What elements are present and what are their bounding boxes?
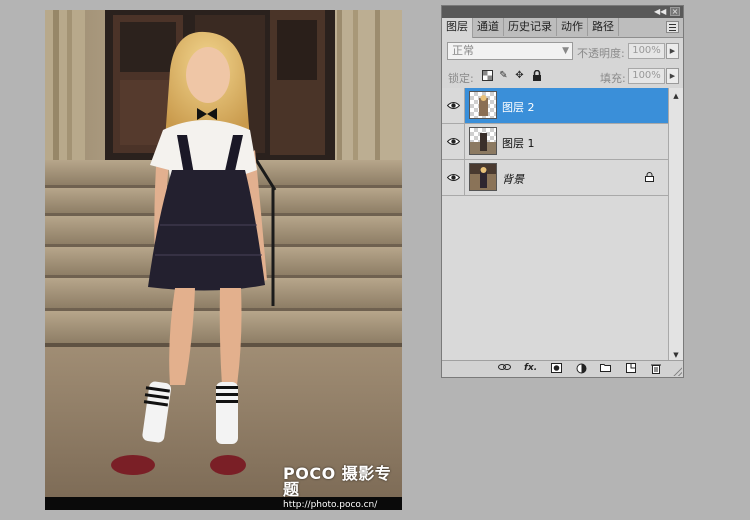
opacity-label: 不透明度: — [577, 47, 625, 60]
visibility-toggle[interactable] — [442, 88, 465, 123]
lock-icon — [645, 172, 654, 182]
tab-actions[interactable]: 动作 — [557, 18, 588, 36]
lock-transparency-icon[interactable] — [482, 70, 493, 81]
collapse-icon[interactable]: ◀◀ — [654, 7, 666, 16]
blend-mode-select[interactable]: 正常 ▼ — [447, 42, 573, 60]
new-group-icon[interactable] — [599, 363, 612, 374]
layer-row[interactable]: 图层 2 — [442, 88, 668, 124]
resize-grip[interactable] — [673, 367, 682, 376]
tab-history[interactable]: 历史记录 — [504, 18, 557, 36]
eye-icon — [447, 138, 460, 145]
lock-brush-icon[interactable]: ✎ — [498, 70, 509, 81]
fill-label: 填充: — [600, 72, 626, 85]
blend-row: 正常 ▼ 不透明度: 100% ▶ — [442, 38, 683, 64]
opacity-input[interactable]: 100% — [628, 43, 665, 59]
lock-all-icon[interactable] — [531, 69, 542, 81]
tab-channels[interactable]: 通道 — [473, 18, 504, 36]
adjustment-layer-icon[interactable] — [575, 363, 588, 374]
scroll-down-icon[interactable]: ▼ — [671, 351, 681, 359]
panel-tabs: 图层 通道 历史记录 动作 路径 — [442, 18, 683, 38]
panel-titlebar[interactable]: ◀◀ × — [442, 6, 683, 18]
panel-footer: fx. — [442, 360, 683, 377]
lock-label: 锁定: — [448, 72, 474, 85]
link-layers-icon[interactable] — [498, 363, 511, 374]
layer-thumbnail — [469, 163, 497, 191]
scroll-up-icon[interactable]: ▲ — [671, 92, 681, 100]
layer-scrollbar[interactable]: ▲ ▼ — [668, 88, 683, 363]
visibility-toggle[interactable] — [442, 160, 465, 195]
layers-panel: ◀◀ × 图层 通道 历史记录 动作 路径 正常 ▼ 不透明度: 100% ▶ … — [441, 5, 684, 378]
tab-layers[interactable]: 图层 — [442, 18, 473, 38]
layer-list: 图层 2 图层 1 背景 — [442, 88, 668, 363]
close-icon[interactable]: × — [670, 7, 680, 16]
layer-thumbnail — [469, 91, 497, 119]
new-layer-icon[interactable] — [624, 363, 637, 374]
trash-icon[interactable] — [649, 363, 662, 374]
fill-slider-button[interactable]: ▶ — [666, 68, 679, 84]
layer-mask-icon[interactable] — [550, 363, 563, 374]
layer-thumbnail — [469, 127, 497, 155]
lock-row: 锁定: ✎ ✥ 填充: 100% ▶ — [442, 64, 683, 89]
watermark-url: http://photo.poco.cn/ — [283, 500, 378, 510]
layer-name: 背景 — [502, 173, 524, 186]
lock-move-icon[interactable]: ✥ — [514, 70, 525, 81]
eye-icon — [447, 102, 460, 109]
fill-input[interactable]: 100% — [628, 68, 665, 84]
watermark-brand: POCO 摄影专题 — [283, 464, 392, 499]
document-canvas[interactable]: POCO 摄影专题 http://photo.poco.cn/ — [45, 10, 402, 510]
panel-menu-icon[interactable] — [666, 21, 679, 33]
fx-icon[interactable]: fx. — [524, 363, 537, 374]
photo-image — [45, 10, 402, 510]
visibility-toggle[interactable] — [442, 124, 465, 159]
chevron-down-icon: ▼ — [562, 46, 569, 56]
layer-row[interactable]: 图层 1 — [442, 124, 668, 160]
blend-mode-value: 正常 — [452, 44, 474, 57]
layer-row[interactable]: 背景 — [442, 160, 668, 196]
watermark: POCO 摄影专题 http://photo.poco.cn/ — [283, 466, 402, 510]
tab-paths[interactable]: 路径 — [588, 18, 619, 36]
opacity-slider-button[interactable]: ▶ — [666, 43, 679, 59]
layer-name: 图层 1 — [502, 137, 535, 150]
eye-icon — [447, 174, 460, 181]
layer-name: 图层 2 — [502, 101, 535, 114]
